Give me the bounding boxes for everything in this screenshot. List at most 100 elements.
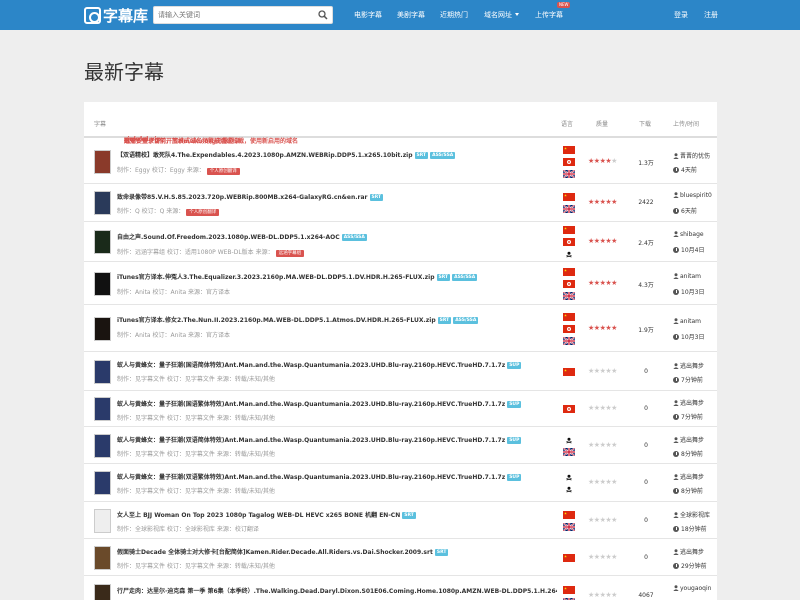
subtitle-meta: 制作：见字幕文件 校订：见字幕文件 来源：转载/未知/其他 xyxy=(117,449,275,458)
star-icon: ★ xyxy=(611,553,617,561)
nav-domains-dropdown[interactable]: 域名网址 xyxy=(484,10,519,20)
clock-icon xyxy=(673,208,679,214)
new-badge: NEW xyxy=(557,2,571,8)
format-tag: SUP xyxy=(507,437,522,444)
uploader-link[interactable]: anitam xyxy=(673,273,717,280)
poster-thumbnail[interactable] xyxy=(94,584,111,600)
poster-thumbnail[interactable] xyxy=(94,471,111,495)
quality-rating: ★★★★★ xyxy=(588,279,617,287)
language-flags xyxy=(563,313,575,349)
upload-time: 10月3日 xyxy=(673,287,704,296)
poster-thumbnail[interactable] xyxy=(94,509,111,533)
quality-rating: ★★★★★ xyxy=(588,324,617,332)
subtitle-title-link[interactable]: 行尸走肉：达里尔·迪克森 第一季 第6集（本季终）.The.Walking.De… xyxy=(117,586,557,595)
hong-kong-flag-icon xyxy=(563,405,575,413)
table-row: 蚁人与黄蜂女：量子狂潮(双语简体特效)Ant.Man.and.the.Wasp.… xyxy=(84,427,717,464)
hong-kong-flag-icon xyxy=(563,325,575,333)
meta-text: 制作：见字幕文件 校订：见字幕文件 来源：转载/未知/其他 xyxy=(117,415,275,422)
quality-rating: ★★★★★ xyxy=(588,157,617,165)
upload-time: 7分钟前 xyxy=(673,375,703,384)
poster-thumbnail[interactable] xyxy=(94,191,111,215)
subtitle-title-link[interactable]: 蚁人与黄蜂女：量子狂潮(双语繁体特效)Ant.Man.and.the.Wasp.… xyxy=(117,472,522,481)
star-icon: ★ xyxy=(611,591,617,599)
poster-thumbnail[interactable] xyxy=(94,230,111,254)
subtitle-title-link[interactable]: 蚁人与黄蜂女：量子狂潮(双语简体特效)Ant.Man.and.the.Wasp.… xyxy=(117,435,522,444)
uploader-name: bluespirit0 xyxy=(680,192,712,199)
uploader-link[interactable]: shibage xyxy=(673,231,717,238)
download-count: 0 xyxy=(644,368,648,375)
search-box xyxy=(153,6,333,24)
subtitle-title-link[interactable]: iTunes官方译本.伸冤人3.The.Equalizer.3.2023.216… xyxy=(117,272,478,281)
subtitle-title-link[interactable]: 蚁人与黄蜂女：量子狂潮(国语简体特效)Ant.Man.and.the.Wasp.… xyxy=(117,360,522,369)
clock-icon xyxy=(673,334,679,340)
search-icon[interactable] xyxy=(318,10,328,20)
poster-thumbnail[interactable] xyxy=(94,272,111,296)
clock-icon xyxy=(673,289,679,295)
upload-time-text: 10月3日 xyxy=(681,334,705,341)
download-count: 4.3万 xyxy=(638,282,654,289)
subtitle-title-text: 【双语精校】敢死队4.The.Expendables.4.2023.1080p.… xyxy=(117,152,413,159)
poster-thumbnail[interactable] xyxy=(94,397,111,421)
uploader-link[interactable]: yougaoqin xyxy=(673,585,717,592)
nav-upload-subtitles[interactable]: 上传字幕 xyxy=(535,10,563,20)
subtitle-title-link[interactable]: 【双语精校】敢死队4.The.Expendables.4.2023.1080p.… xyxy=(117,150,456,159)
meta-text: 制作：见字幕文件 校订：见字幕文件 来源：转载/未知/其他 xyxy=(117,488,275,495)
download-count: 2.4万 xyxy=(638,240,654,247)
subtitle-title-text: 行尸走肉：达里尔·迪克森 第一季 第6集（本季终）.The.Walking.De… xyxy=(117,588,557,595)
pirate-flag-icon xyxy=(563,485,575,493)
upload-time: 18分钟前 xyxy=(673,524,707,533)
poster-thumbnail[interactable] xyxy=(94,150,111,174)
subtitle-title-link[interactable]: 蚁人与黄蜂女：量子狂潮(国语繁体特效)Ant.Man.and.the.Wasp.… xyxy=(117,399,522,408)
clock-icon xyxy=(673,247,679,253)
subtitle-meta: 制作：见字幕文件 校订：见字幕文件 来源：转载/未知/其他 xyxy=(117,374,275,383)
poster-thumbnail[interactable] xyxy=(94,546,111,570)
subtitle-title-link[interactable]: 致命录像带85.V.H.S.85.2023.720p.WEBRip.800MB.… xyxy=(117,192,384,201)
poster-thumbnail[interactable] xyxy=(94,434,111,458)
uploader-link[interactable]: 逃出舞步 xyxy=(673,361,717,370)
col-language: 语言 xyxy=(561,121,574,128)
download-count: 2422 xyxy=(638,199,654,206)
uploader-link[interactable]: bluespirit0 xyxy=(673,192,717,199)
user-icon xyxy=(673,192,679,198)
uploader-link[interactable]: 晋晋的忧伤 xyxy=(673,151,717,160)
subtitle-title-link[interactable]: 假面骑士Decade 全体骑士对大修卡[台配简体]Kamen.Rider.Dec… xyxy=(117,547,449,556)
format-tag: SUP xyxy=(507,401,522,408)
uploader-link[interactable]: 逃出舞步 xyxy=(673,547,717,556)
meta-text: 制作：远涵字幕组 校订：适用1080P WEB-DL版本 来源： xyxy=(117,249,274,256)
uploader-link[interactable]: 全球影视库 xyxy=(673,510,717,519)
search-input[interactable] xyxy=(154,7,304,23)
uploader-link[interactable]: anitam xyxy=(673,318,717,325)
table-row: 女人至上 BJJ Woman On Top 2023 1080p Tagalog… xyxy=(84,502,717,539)
uk-flag-icon xyxy=(563,292,575,300)
subtitle-meta: 制作：Eggy 校订：Eggy 来源： 个人原创翻译 xyxy=(117,165,240,175)
uk-flag-icon xyxy=(563,170,575,178)
poster-thumbnail[interactable] xyxy=(94,360,111,384)
meta-text: 制作：见字幕文件 校订：见字幕文件 来源：转载/未知/其他 xyxy=(117,563,275,570)
nav-movie-subtitles[interactable]: 电影字幕 xyxy=(354,10,382,20)
nav-us-tv-subtitles[interactable]: 美剧字幕 xyxy=(397,10,425,20)
site-logo[interactable]: 字幕库 xyxy=(84,5,148,25)
upload-time-text: 6天前 xyxy=(681,208,697,215)
user-icon xyxy=(673,549,679,555)
user-icon xyxy=(673,585,679,591)
page-title: 最新字幕 xyxy=(84,60,164,84)
subtitle-title-link[interactable]: iTunes官方译本.修女2.The.Nun.II.2023.2160p.MA.… xyxy=(117,315,479,324)
poster-thumbnail[interactable] xyxy=(94,317,111,341)
clock-icon xyxy=(673,526,679,532)
col-uploader-time: 上传/时间 xyxy=(673,121,700,128)
subtitle-title-link[interactable]: 自由之声.Sound.Of.Freedom.2023.1080p.WEB-DL.… xyxy=(117,232,367,241)
subtitle-title-link[interactable]: 女人至上 BJJ Woman On Top 2023 1080p Tagalog… xyxy=(117,510,416,519)
table-row: iTunes官方译本.伸冤人3.The.Equalizer.3.2023.216… xyxy=(84,262,717,305)
uploader-link[interactable]: 逃出舞步 xyxy=(673,398,717,407)
nav-trending[interactable]: 近期热门 xyxy=(440,10,468,20)
uploader-link[interactable]: 逃出舞步 xyxy=(673,472,717,481)
clock-icon xyxy=(673,563,679,569)
table-header: 字幕 通知：鉴于目前开放模式域名频繁被墙或拦截，使用新启用的域名 zimuku.… xyxy=(84,102,717,145)
uploader-link[interactable]: 逃出舞步 xyxy=(673,435,717,444)
login-link[interactable]: 登录 xyxy=(674,10,688,20)
subtitle-meta: 制作：见字幕文件 校订：见字幕文件 来源：转载/未知/其他 xyxy=(117,561,275,570)
subtitle-title-text: iTunes官方译本.伸冤人3.The.Equalizer.3.2023.216… xyxy=(117,274,435,281)
upload-time-text: 8分钟前 xyxy=(681,451,703,458)
uploader-name: anitam xyxy=(680,273,702,280)
register-link[interactable]: 注册 xyxy=(704,10,718,20)
